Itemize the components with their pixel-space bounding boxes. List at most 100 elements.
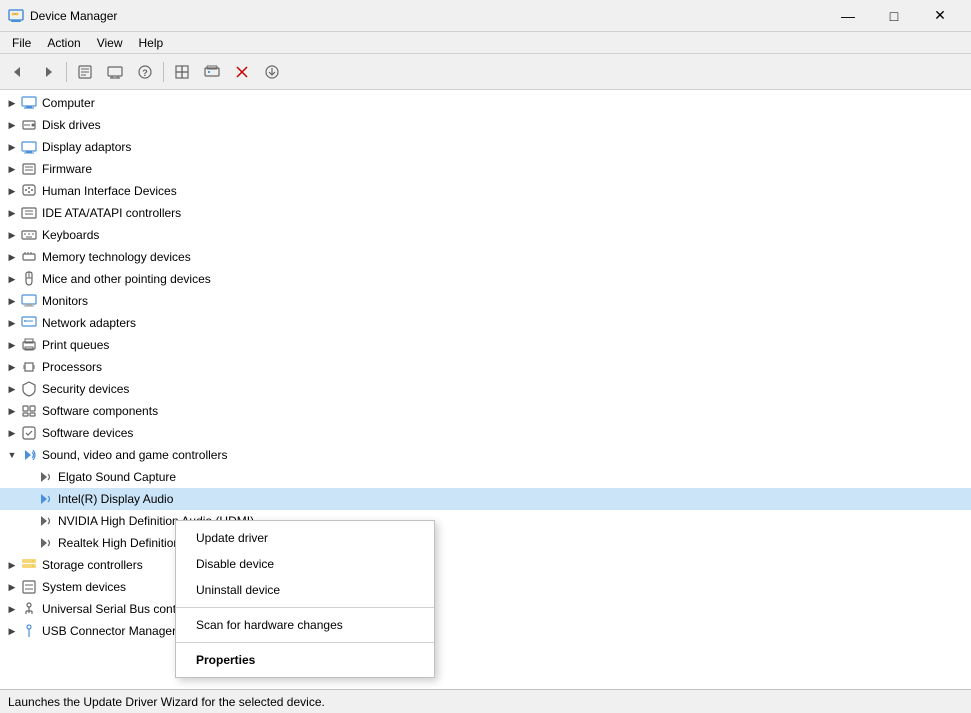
tree-item-intel-display-audio[interactable]: Intel(R) Display Audio	[0, 488, 971, 510]
tree-label-software-components: Software components	[42, 404, 158, 418]
tree-expander-firmware[interactable]: ▶	[4, 161, 20, 177]
tree-icon-universal-serial	[20, 600, 38, 618]
tree-label-usb-connector: USB Connector Manager	[42, 624, 176, 638]
tree-icon-mice	[20, 270, 38, 288]
tree-expander-human-interface-devices[interactable]: ▶	[4, 183, 20, 199]
tree-icon-security-devices	[20, 380, 38, 398]
tree-item-keyboards[interactable]: ▶Keyboards	[0, 224, 971, 246]
context-properties[interactable]: Properties	[176, 647, 434, 673]
tree-item-usb-connector[interactable]: ▶ USB Connector Manager	[0, 620, 971, 642]
tree-expander-software-components[interactable]: ▶	[4, 403, 20, 419]
menu-bar: File Action View Help	[0, 32, 971, 54]
tree-item-ide-ata-controllers[interactable]: ▶IDE ATA/ATAPI controllers	[0, 202, 971, 224]
tree-expander-storage-controllers[interactable]: ▶	[4, 557, 20, 573]
tree-item-sound-video-game[interactable]: ▼Sound, video and game controllers	[0, 444, 971, 466]
tree-item-firmware[interactable]: ▶Firmware	[0, 158, 971, 180]
tree-label-security-devices: Security devices	[42, 382, 129, 396]
tree-item-human-interface-devices[interactable]: ▶ Human Interface Devices	[0, 180, 971, 202]
tree-expander-computer[interactable]: ▶	[4, 95, 20, 111]
menu-help[interactable]: Help	[131, 34, 172, 52]
tree-label-system-devices: System devices	[42, 580, 126, 594]
title-bar-left: Device Manager	[8, 8, 117, 24]
close-button[interactable]: ✕	[917, 0, 963, 32]
tree-expander-nvidia[interactable]	[20, 513, 36, 529]
tree-expander-mice[interactable]: ▶	[4, 271, 20, 287]
tree-item-universal-serial[interactable]: ▶Universal Serial Bus controllers	[0, 598, 971, 620]
tree-expander-security-devices[interactable]: ▶	[4, 381, 20, 397]
menu-action[interactable]: Action	[39, 34, 88, 52]
tree-label-software-devices: Software devices	[42, 426, 133, 440]
tree-expander-memory-tech[interactable]: ▶	[4, 249, 20, 265]
tree-item-realtek[interactable]: Realtek High Definition Audio	[0, 532, 971, 554]
tree-label-print-queues: Print queues	[42, 338, 109, 352]
context-update-driver[interactable]: Update driver	[176, 525, 434, 551]
toolbar-back[interactable]	[4, 58, 32, 86]
svg-text:?: ?	[142, 68, 148, 78]
menu-file[interactable]: File	[4, 34, 39, 52]
tree-expander-intel-display-audio[interactable]	[20, 491, 36, 507]
toolbar-remove[interactable]	[228, 58, 256, 86]
context-scan-changes[interactable]: Scan for hardware changes	[176, 612, 434, 638]
tree-icon-keyboards	[20, 226, 38, 244]
tree-item-storage-controllers[interactable]: ▶Storage controllers	[0, 554, 971, 576]
toolbar-scan[interactable]	[101, 58, 129, 86]
tree-item-computer[interactable]: ▶Computer	[0, 92, 971, 114]
tree-expander-print-queues[interactable]: ▶	[4, 337, 20, 353]
tree-item-processors[interactable]: ▶Processors	[0, 356, 971, 378]
tree-expander-processors[interactable]: ▶	[4, 359, 20, 375]
tree-label-human-interface-devices: Human Interface Devices	[42, 184, 177, 198]
tree-item-software-devices[interactable]: ▶ Software devices	[0, 422, 971, 444]
tree-icon-human-interface-devices	[20, 182, 38, 200]
tree-item-network-adapters[interactable]: ▶Network adapters	[0, 312, 971, 334]
tree-expander-monitors[interactable]: ▶	[4, 293, 20, 309]
toolbar-help[interactable]: ?	[131, 58, 159, 86]
tree-label-intel-display-audio: Intel(R) Display Audio	[58, 492, 173, 506]
tree-item-nvidia[interactable]: NVIDIA High Definition Audio (HDMI)	[0, 510, 971, 532]
maximize-button[interactable]: □	[871, 0, 917, 32]
tree-item-elgato[interactable]: Elgato Sound Capture	[0, 466, 971, 488]
menu-view[interactable]: View	[89, 34, 131, 52]
toolbar-sep-2	[163, 62, 164, 82]
toolbar-properties[interactable]	[71, 58, 99, 86]
tree-expander-universal-serial[interactable]: ▶	[4, 601, 20, 617]
tree-expander-display-adaptors[interactable]: ▶	[4, 139, 20, 155]
tree-icon-processors	[20, 358, 38, 376]
status-bar: Launches the Update Driver Wizard for th…	[0, 689, 971, 713]
tree-expander-software-devices[interactable]: ▶	[4, 425, 20, 441]
tree-item-monitors[interactable]: ▶ Monitors	[0, 290, 971, 312]
toolbar-forward[interactable]	[34, 58, 62, 86]
toolbar-download[interactable]	[258, 58, 286, 86]
tree-expander-usb-connector[interactable]: ▶	[4, 623, 20, 639]
tree-item-print-queues[interactable]: ▶ Print queues	[0, 334, 971, 356]
tree-icon-storage-controllers	[20, 556, 38, 574]
tree-item-system-devices[interactable]: ▶ System devices	[0, 576, 971, 598]
device-tree[interactable]: ▶Computer▶Disk drives▶Display adaptors▶F…	[0, 90, 971, 689]
tree-item-security-devices[interactable]: ▶ Security devices	[0, 378, 971, 400]
tree-icon-intel-display-audio	[36, 490, 54, 508]
tree-icon-computer	[20, 94, 38, 112]
tree-expander-network-adapters[interactable]: ▶	[4, 315, 20, 331]
toolbar-add[interactable]	[198, 58, 226, 86]
tree-label-monitors: Monitors	[42, 294, 88, 308]
tree-item-display-adaptors[interactable]: ▶Display adaptors	[0, 136, 971, 158]
tree-icon-software-components	[20, 402, 38, 420]
tree-expander-keyboards[interactable]: ▶	[4, 227, 20, 243]
tree-item-mice[interactable]: ▶Mice and other pointing devices	[0, 268, 971, 290]
tree-expander-sound-video-game[interactable]: ▼	[4, 447, 20, 463]
toolbar-expand[interactable]	[168, 58, 196, 86]
tree-item-disk-drives[interactable]: ▶ Disk drives	[0, 114, 971, 136]
context-disable-device[interactable]: Disable device	[176, 551, 434, 577]
minimize-button[interactable]: —	[825, 0, 871, 32]
tree-expander-system-devices[interactable]: ▶	[4, 579, 20, 595]
tree-icon-ide-ata-controllers	[20, 204, 38, 222]
tree-item-software-components[interactable]: ▶ Software components	[0, 400, 971, 422]
tree-expander-elgato[interactable]	[20, 469, 36, 485]
context-uninstall-device[interactable]: Uninstall device	[176, 577, 434, 603]
tree-expander-disk-drives[interactable]: ▶	[4, 117, 20, 133]
tree-label-disk-drives: Disk drives	[42, 118, 101, 132]
app-icon	[8, 8, 24, 24]
tree-expander-ide-ata-controllers[interactable]: ▶	[4, 205, 20, 221]
tree-icon-monitors	[20, 292, 38, 310]
tree-expander-realtek[interactable]	[20, 535, 36, 551]
tree-item-memory-tech[interactable]: ▶Memory technology devices	[0, 246, 971, 268]
